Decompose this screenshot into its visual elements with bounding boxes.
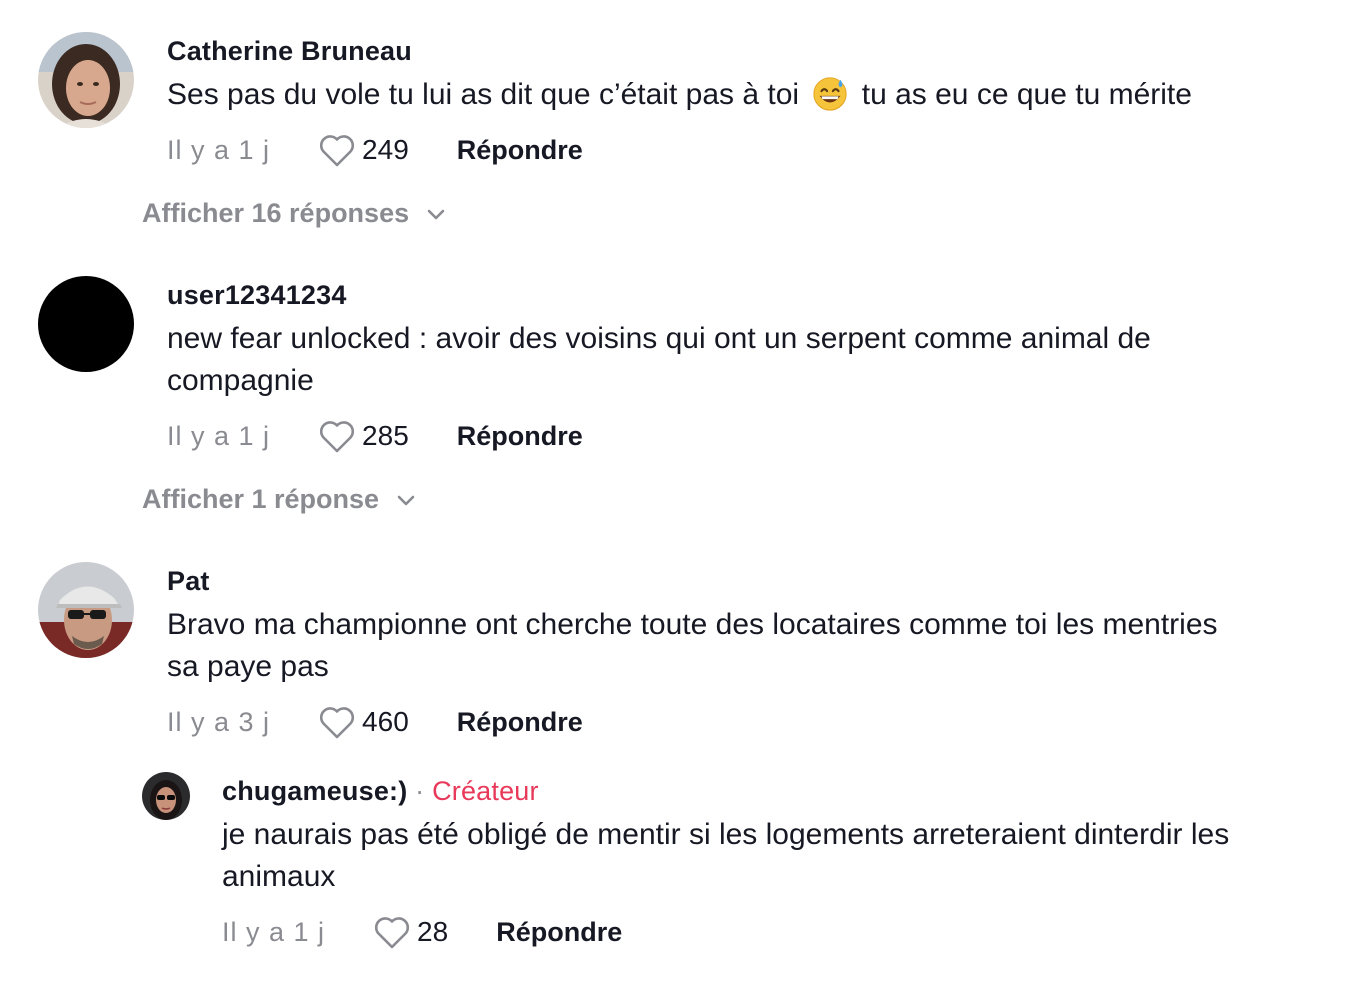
view-replies-label: Afficher 1 réponse [142, 484, 380, 514]
reply-button[interactable]: Répondre [457, 421, 583, 452]
heart-outline-icon [318, 418, 356, 454]
view-replies-button[interactable]: Afficher 1 réponse [142, 484, 417, 515]
comment-text-part: tu as eu ce que tu mérite [861, 78, 1192, 111]
like-button[interactable]: 285 [318, 418, 409, 454]
comment-timestamp: Il y a 1 j [167, 420, 271, 451]
avatar[interactable] [38, 562, 134, 658]
heart-outline-icon [318, 704, 356, 740]
reply-timestamp: Il y a 1 j [222, 916, 326, 947]
grinning-face-with-sweat-icon [811, 74, 849, 112]
comment-username[interactable]: user12341234 [167, 280, 347, 311]
avatar[interactable] [38, 276, 134, 372]
avatar[interactable] [142, 772, 190, 820]
view-replies-label: Afficher 16 réponses [142, 198, 410, 228]
like-button[interactable]: 28 [373, 914, 448, 950]
separator: · [415, 776, 425, 806]
comment-text: new fear unlocked : avoir des voisins qu… [167, 322, 1151, 397]
reply-username[interactable]: chugameuse:) [222, 776, 407, 806]
creator-badge: Créateur [432, 776, 539, 806]
avatar[interactable] [38, 32, 134, 128]
reply-button[interactable]: Répondre [457, 707, 583, 738]
chevron-down-icon [409, 198, 447, 229]
chevron-down-icon [379, 484, 417, 515]
reply-button[interactable]: Répondre [496, 917, 622, 948]
comment-meta: Il y a 1 j 249 Répondre [167, 130, 583, 170]
comment-meta: Il y a 3 j 460 Répondre [167, 702, 583, 742]
comment-text-part: Ses pas du vole tu lui as dit que c’étai… [167, 78, 800, 111]
comment-timestamp: Il y a 3 j [167, 706, 271, 737]
like-button[interactable]: 249 [318, 132, 409, 168]
reply-button[interactable]: Répondre [457, 135, 583, 166]
comment-timestamp: Il y a 1 j [167, 134, 271, 165]
heart-outline-icon [373, 914, 411, 950]
like-count: 249 [362, 134, 409, 165]
reply-meta: Il y a 1 j 28 Répondre [222, 912, 622, 952]
comment-text: Bravo ma championne ont cherche toute de… [167, 608, 1218, 683]
like-count: 285 [362, 420, 409, 451]
comment-text: Ses pas du vole tu lui as dit que c’étai… [167, 74, 1327, 116]
comment-meta: Il y a 1 j 285 Répondre [167, 416, 583, 456]
like-count: 28 [417, 916, 449, 947]
heart-outline-icon [318, 132, 356, 168]
reply-username-row: chugameuse:) · Créateur [222, 776, 539, 807]
reply-text: je naurais pas été obligé de mentir si l… [222, 818, 1230, 893]
view-replies-button[interactable]: Afficher 16 réponses [142, 198, 447, 229]
comment-username[interactable]: Pat [167, 566, 210, 597]
comment-username[interactable]: Catherine Bruneau [167, 36, 412, 67]
like-button[interactable]: 460 [318, 704, 409, 740]
like-count: 460 [362, 706, 409, 737]
